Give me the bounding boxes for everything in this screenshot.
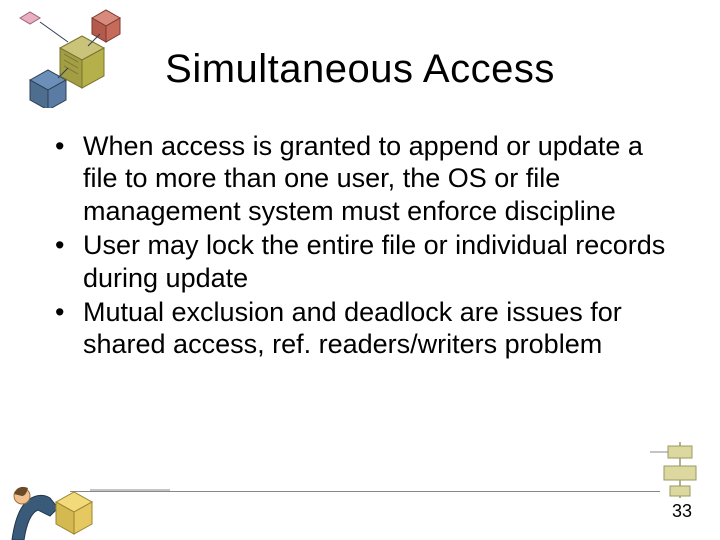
bullet-item: Mutual exclusion and deadlock are issues…	[55, 296, 680, 361]
slide-title: Simultaneous Access	[0, 47, 720, 92]
decorative-figure-bottom-left-icon	[10, 470, 170, 540]
bullet-list: When access is granted to append or upda…	[55, 130, 680, 361]
page-number: 33	[672, 501, 692, 522]
slide: Simultaneous Access When access is grant…	[0, 0, 720, 540]
bullet-item: When access is granted to append or upda…	[55, 130, 680, 227]
bullet-item: User may lock the entire file or individ…	[55, 229, 680, 294]
slide-body: When access is granted to append or upda…	[55, 130, 680, 363]
decorative-boxes-bottom-right-icon	[650, 440, 710, 500]
